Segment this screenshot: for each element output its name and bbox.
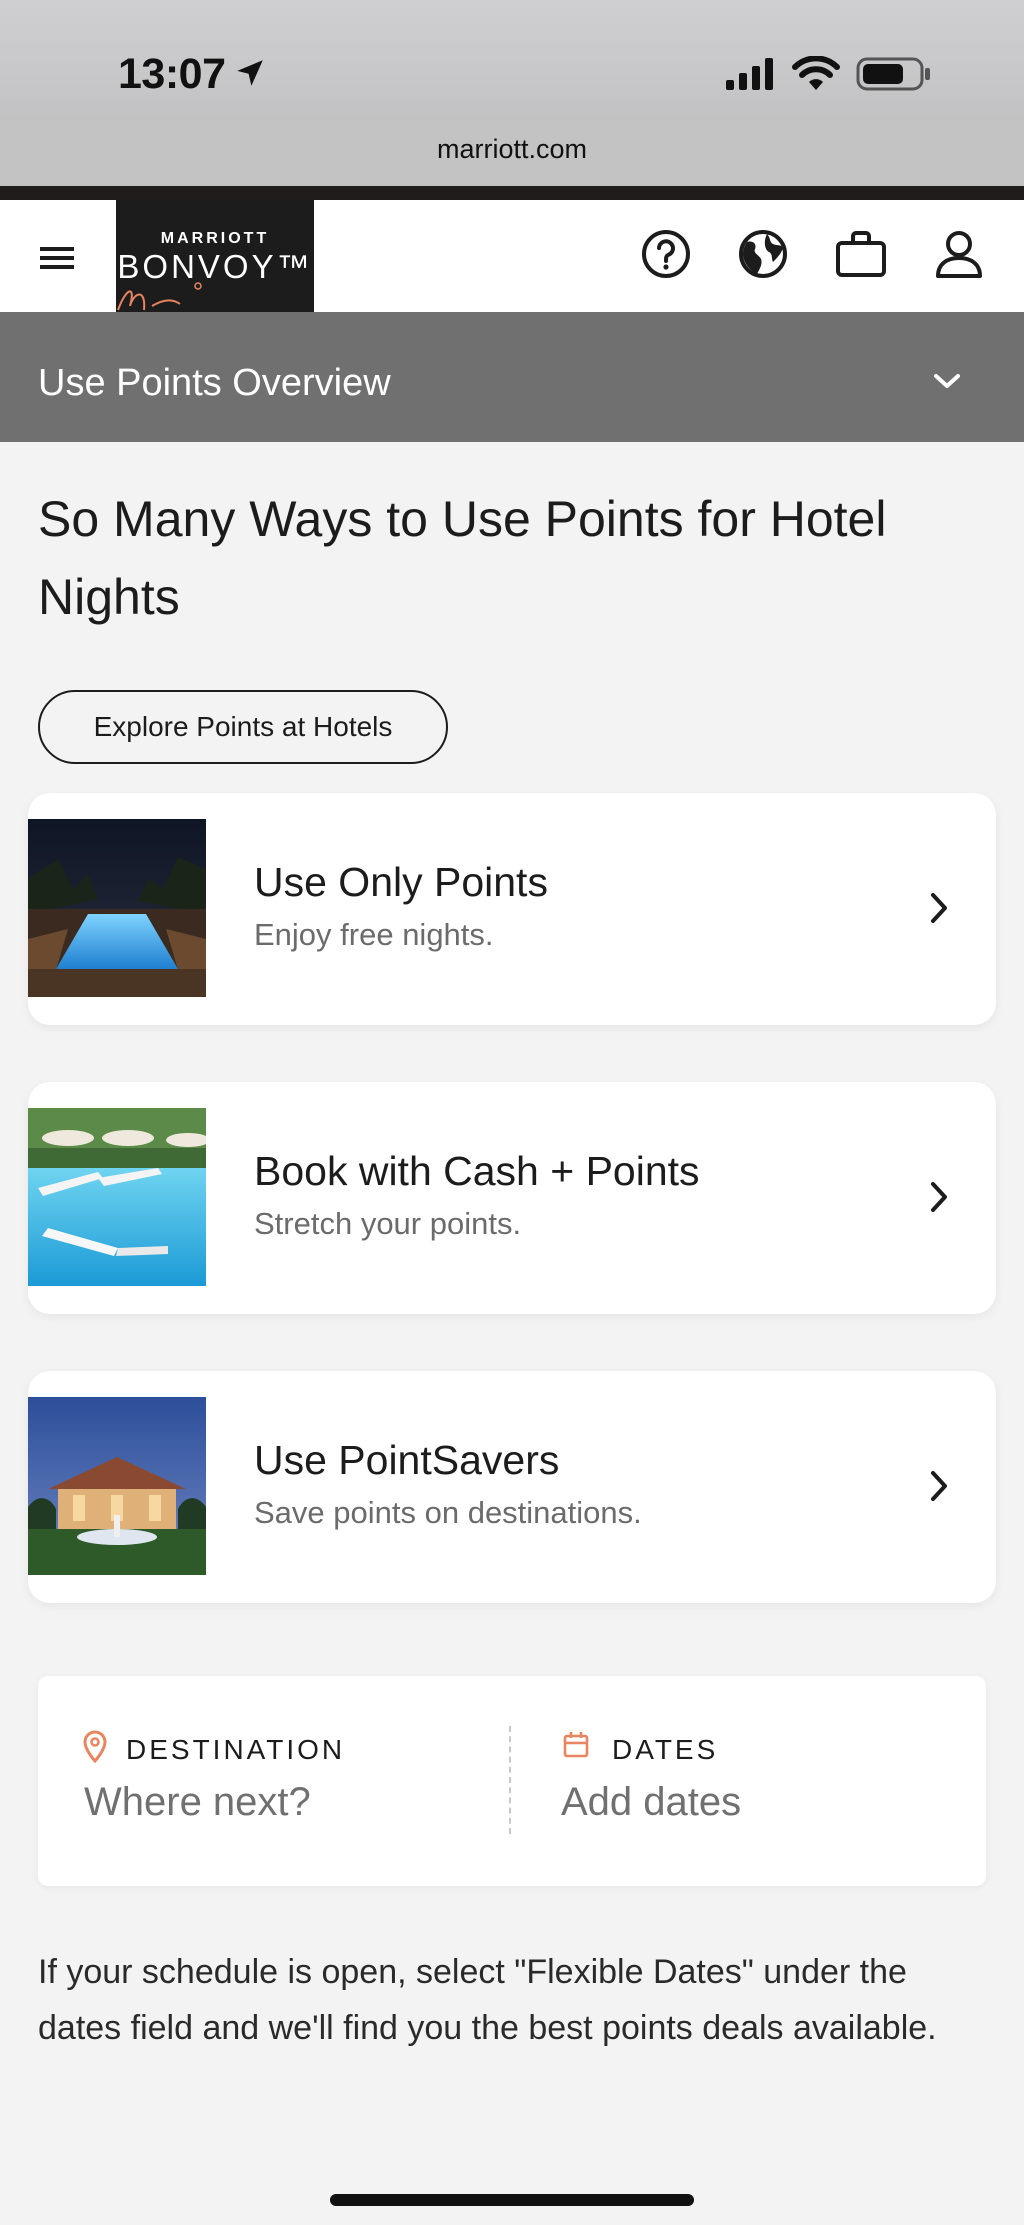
- help-icon: [642, 230, 690, 278]
- browser-divider: [0, 186, 1024, 200]
- card-cash-plus-points[interactable]: Book with Cash + Points Stretch your poi…: [28, 1082, 996, 1314]
- location-pin-icon: [83, 1730, 107, 1764]
- card-subtitle: Stretch your points.: [254, 1206, 522, 1241]
- pool-night-image: [28, 819, 206, 997]
- trips-button[interactable]: [831, 224, 891, 284]
- card-title: Book with Cash + Points: [254, 1148, 700, 1194]
- subnav-title[interactable]: Use Points Overview: [38, 362, 391, 405]
- pool-day-image: [28, 1108, 206, 1286]
- user-icon: [936, 231, 982, 278]
- status-time: 13:07: [118, 50, 226, 98]
- home-indicator[interactable]: [330, 2194, 694, 2206]
- card-subtitle: Save points on destinations.: [254, 1495, 642, 1530]
- chevron-right-icon: [931, 1182, 947, 1212]
- flexible-dates-note: If your schedule is open, select "Flexib…: [38, 1953, 937, 2047]
- logo-swash-decoration: [117, 282, 202, 311]
- card-use-only-points[interactable]: Use Only Points Enjoy free nights.: [28, 793, 996, 1025]
- card-use-pointsavers[interactable]: Use PointSavers Save points on destinati…: [28, 1371, 996, 1603]
- help-button[interactable]: [636, 224, 696, 284]
- site-header: MARRIOTT BONVOY™: [0, 200, 1024, 312]
- marriott-bonvoy-logo[interactable]: MARRIOTT BONVOY™: [116, 200, 314, 312]
- page-title: So Many Ways to Use Points for Hotel Nig…: [38, 491, 887, 625]
- search-form: DESTINATION Where next? DATES Add dates: [38, 1676, 986, 1886]
- address-bar[interactable]: marriott.com: [0, 120, 1024, 186]
- wifi-icon: [792, 56, 840, 90]
- battery-icon: [856, 57, 930, 91]
- card-title: Use PointSavers: [254, 1437, 560, 1483]
- destination-input[interactable]: Where next?: [84, 1780, 311, 1825]
- field-divider: [509, 1726, 511, 1834]
- logo-top-text: MARRIOTT: [160, 230, 270, 247]
- signal-icon: [726, 58, 773, 90]
- destination-label: DESTINATION: [126, 1734, 346, 1765]
- explore-points-button[interactable]: Explore Points at Hotels: [38, 690, 448, 764]
- language-button[interactable]: [733, 224, 793, 284]
- briefcase-icon: [836, 231, 886, 277]
- globe-icon: [739, 230, 787, 278]
- card-subtitle: Enjoy free nights.: [254, 917, 494, 952]
- calendar-icon: [563, 1732, 589, 1758]
- chevron-right-icon: [931, 893, 947, 923]
- chevron-right-icon: [931, 1471, 947, 1501]
- menu-icon: [40, 247, 74, 269]
- url-text[interactable]: marriott.com: [0, 134, 1024, 165]
- resort-dusk-image: [28, 1397, 206, 1575]
- status-bar: 13:07: [0, 0, 1024, 120]
- dates-input[interactable]: Add dates: [561, 1780, 741, 1825]
- account-button[interactable]: [929, 224, 989, 284]
- dates-label: DATES: [612, 1734, 719, 1765]
- location-arrow-icon: [237, 60, 263, 86]
- chevron-down-icon[interactable]: [930, 370, 964, 392]
- card-title: Use Only Points: [254, 859, 548, 905]
- subnav-dropdown[interactable]: Use Points Overview: [0, 312, 1024, 442]
- menu-button[interactable]: [30, 230, 86, 286]
